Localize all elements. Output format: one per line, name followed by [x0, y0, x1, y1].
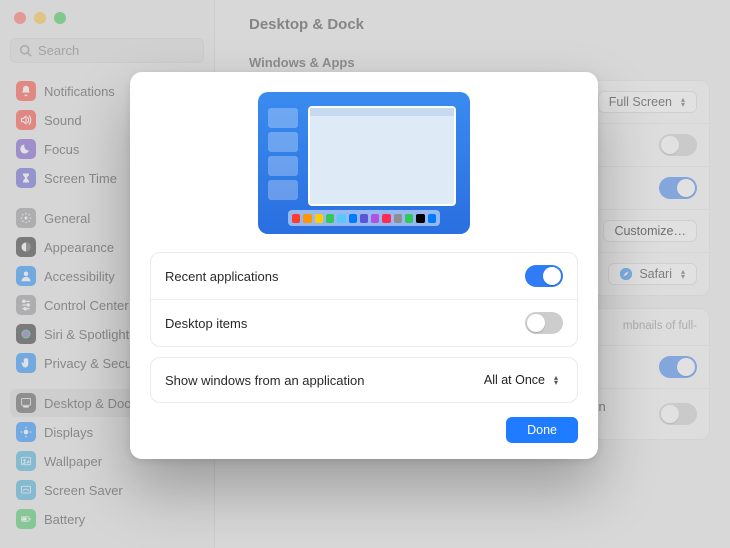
toggle-recent-apps[interactable] — [525, 265, 563, 287]
modal-illustration — [150, 92, 578, 234]
row-show-windows: Show windows from an application All at … — [151, 358, 577, 402]
toggle-desktop-items[interactable] — [525, 312, 563, 334]
dock-options-modal: Recent applications Desktop items Show w… — [130, 72, 598, 459]
select-stepper-icon: ▴▾ — [551, 375, 561, 385]
modal-show-windows-panel: Show windows from an application All at … — [150, 357, 578, 403]
system-settings-window: NotificationsSoundFocusScreen TimeGenera… — [0, 0, 730, 548]
done-button[interactable]: Done — [506, 417, 578, 443]
show-windows-select[interactable]: All at Once ▴▾ — [474, 370, 563, 390]
row-recent-apps: Recent applications — [151, 253, 577, 299]
modal-options-panel: Recent applications Desktop items — [150, 252, 578, 347]
row-desktop-items: Desktop items — [151, 299, 577, 346]
